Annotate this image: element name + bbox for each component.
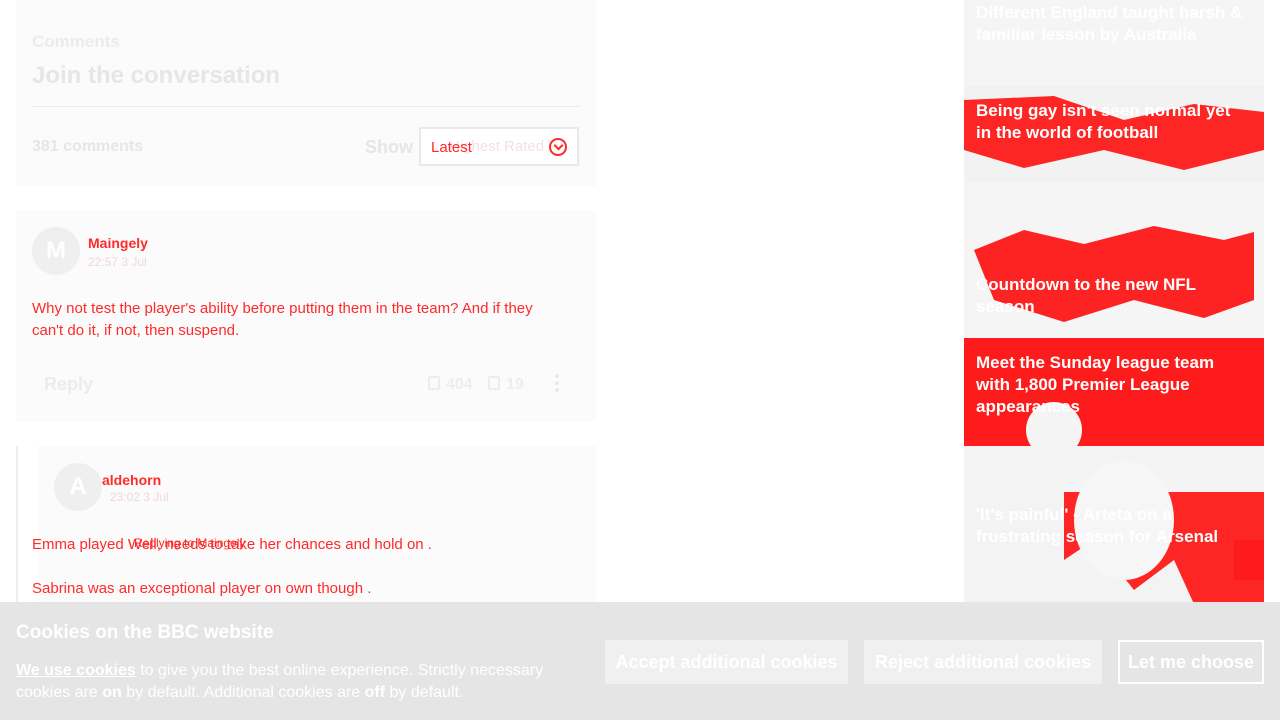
- cookie-text-off: off: [364, 684, 386, 701]
- avatar[interactable]: A: [54, 463, 102, 511]
- cookie-title: Cookies on the BBC website: [16, 622, 274, 643]
- promo-card[interactable]: Countdown to the new NFL season: [964, 182, 1264, 338]
- comment-body-line: can't do it, if not, then suspend.: [32, 322, 240, 339]
- promo-card[interactable]: Different England taught harsh & familia…: [964, 0, 1264, 86]
- comment-timestamp: 23:02 3 Jul: [110, 490, 169, 504]
- comments-kicker: Comments: [32, 32, 120, 51]
- sort-label: Show: [365, 137, 413, 157]
- reject-cookies-button[interactable]: Reject additional cookies: [864, 640, 1102, 684]
- avatar[interactable]: M: [32, 227, 80, 275]
- cookie-policy-link[interactable]: We use cookies: [16, 662, 136, 679]
- reply-thread: A aldehorn 23:02 3 Jul Replying to Maing…: [16, 446, 596, 606]
- cookie-banner: Cookies on the BBC website We use cookie…: [0, 602, 1280, 720]
- promo-card[interactable]: Being gay isn't seen normal yet in the w…: [964, 86, 1264, 182]
- promo-title[interactable]: Different England taught harsh & familia…: [976, 2, 1256, 46]
- cookie-text: We use cookies to give you the best onli…: [16, 660, 576, 704]
- downvote-count: 19: [506, 376, 524, 393]
- cookie-text-on: on: [102, 684, 122, 701]
- comment-body-line: Sabrina was an exceptional player on own…: [32, 580, 372, 597]
- comment-body: Why not test the player's ability before…: [32, 298, 552, 342]
- comment-author[interactable]: Maingely: [88, 235, 148, 251]
- comment-body-line: Emma played Well, needs to take her chan…: [32, 536, 432, 553]
- accept-cookies-button[interactable]: Accept additional cookies: [605, 640, 848, 684]
- promo-card[interactable]: Meet the Sunday league team with 1,800 P…: [964, 338, 1264, 446]
- sort-selected-value: Latest: [431, 139, 472, 156]
- comments-count: 381 comments: [32, 138, 144, 155]
- promo-title[interactable]: Countdown to the new NFL season: [976, 274, 1256, 318]
- sort-select[interactable]: Highest Rated Latest: [419, 127, 579, 166]
- comment-card: M Maingely 22:57 3 Jul Why not test the …: [16, 210, 596, 422]
- comment-timestamp: 22:57 3 Jul: [88, 255, 147, 269]
- comments-title: Join the conversation: [32, 62, 281, 89]
- cookie-settings-button[interactable]: Let me choose: [1118, 640, 1264, 684]
- thumbs-up-icon: [428, 376, 440, 390]
- promo-card[interactable]: 'It's painful' - Arteta on a frustrating…: [964, 446, 1264, 604]
- upvote-button[interactable]: 404: [428, 376, 473, 394]
- reply-comment-card: A aldehorn 23:02 3 Jul Replying to Maing…: [32, 446, 596, 606]
- divider: [32, 106, 580, 107]
- chevron-down-icon: [549, 138, 567, 156]
- related-stories-rail: Different England taught harsh & familia…: [964, 0, 1264, 604]
- thumbs-down-icon: [488, 376, 500, 390]
- cookie-text-part: by default. Additional cookies are: [121, 684, 365, 701]
- comment-author[interactable]: aldehorn: [102, 472, 161, 488]
- upvote-count: 404: [446, 376, 473, 393]
- cookie-text-part: by default.: [385, 684, 464, 701]
- promo-title[interactable]: Being gay isn't seen normal yet in the w…: [976, 100, 1246, 144]
- comment-body-line: Why not test the player's ability before…: [32, 300, 533, 317]
- comments-header: Comments Join the conversation 381 comme…: [16, 0, 596, 186]
- more-options-icon[interactable]: [554, 374, 560, 394]
- promo-title[interactable]: 'It's painful' - Arteta on a frustrating…: [976, 504, 1252, 548]
- thread-line: [16, 446, 18, 606]
- downvote-button[interactable]: 19: [488, 376, 524, 394]
- promo-title[interactable]: Meet the Sunday league team with 1,800 P…: [976, 352, 1246, 418]
- comment-body: Emma played Well, needs to take her chan…: [32, 534, 572, 600]
- reply-button[interactable]: Reply: [44, 374, 93, 395]
